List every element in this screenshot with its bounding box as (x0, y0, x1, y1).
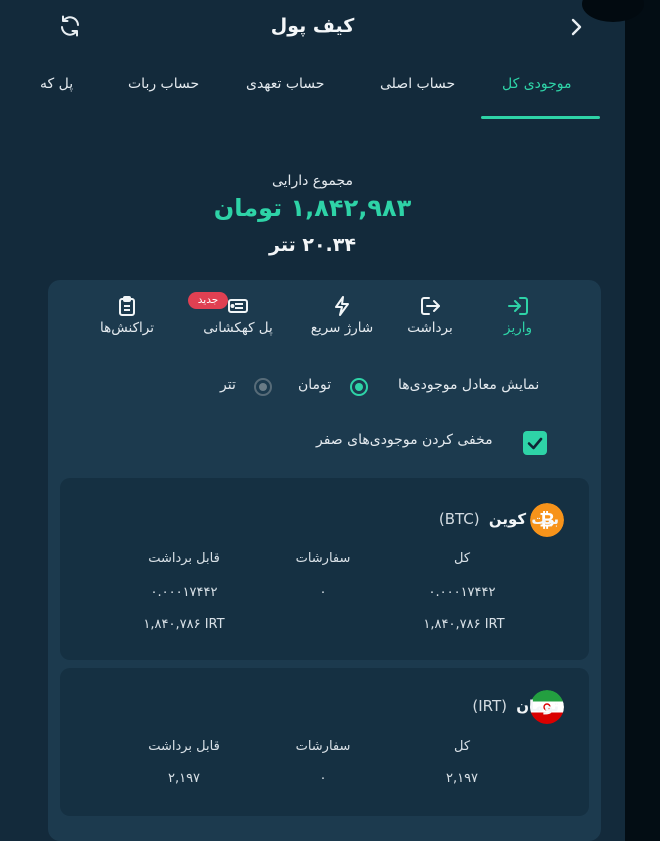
withdraw-button[interactable]: برداشت (404, 296, 456, 346)
header: کیف پول (0, 0, 625, 56)
asset-name-irt-text: تومان (516, 697, 559, 715)
total-assets-label: مجموع دارایی (271, 173, 353, 189)
display-equivalent-label: نمایش معادل موجودی‌ها (398, 377, 540, 393)
radio-tether[interactable] (254, 378, 272, 396)
active-tab-indicator (481, 116, 600, 119)
lightning-icon (335, 296, 349, 316)
irt-orders-value: ۰ (319, 771, 327, 786)
deposit-label: واریز (504, 320, 532, 336)
hide-zero-checkbox[interactable] (523, 431, 547, 455)
asset-symbol-irt: (IRT) (472, 697, 507, 715)
checkmark-icon (527, 437, 543, 450)
irt-total-value: ۲,۱۹۷ (445, 771, 479, 786)
withdraw-icon (421, 297, 440, 315)
transactions-button[interactable]: تراکنش‌ها (94, 296, 160, 346)
tab-margin-account[interactable]: حساب تعهدی (246, 76, 324, 92)
irt-withdrawable-value: ۲,۱۹۷ (167, 771, 201, 786)
deposit-icon (508, 297, 528, 315)
asset-card-btc[interactable] (60, 478, 589, 660)
btc-total-irt: ۱,۸۴۰,۷۸۶ IRT (423, 617, 505, 632)
clipboard-icon (119, 296, 135, 316)
btc-withdrawable-irt: ۱,۸۴۰,۷۸۶ IRT (143, 617, 225, 632)
galaxy-bridge-label: پل کهکشانی (203, 320, 273, 336)
btc-total-value: ۰.۰۰۰۱۷۴۴۲ (428, 585, 496, 600)
hide-zero-label[interactable]: مخفی کردن موجودی‌های صفر (316, 432, 493, 448)
total-assets-tether: ۲۰.۳۴ تتر (269, 234, 356, 256)
asset-name-btc-text: بیت کوین (488, 510, 559, 528)
tab-bar: موجودی کل حساب اصلی حساب تعهدی حساب ربات… (0, 62, 625, 122)
column-withdrawable: قابل برداشت (148, 739, 220, 754)
column-orders: سفارشات (295, 551, 351, 566)
deposit-button[interactable]: واریز (500, 296, 536, 346)
quick-charge-button[interactable]: شارژ سریع (306, 296, 378, 346)
chevron-right-icon[interactable] (566, 16, 586, 38)
column-total: کل (453, 551, 471, 566)
column-total: کل (453, 739, 471, 754)
wallet-screen: کیف پول موجودی کل حساب اصلی حساب تعهدی ح… (0, 0, 625, 841)
tab-total-balance[interactable]: موجودی کل (502, 76, 572, 92)
screen-edge (625, 0, 660, 841)
tab-main-account[interactable]: حساب اصلی (380, 76, 455, 92)
ticket-icon (228, 299, 248, 313)
tab-galaxy-bridge[interactable]: پل که (40, 76, 73, 92)
total-assets-toman: ۱,۸۴۲,۹۸۳ تومان (213, 194, 412, 222)
new-badge: جدید (188, 292, 228, 309)
withdraw-label: برداشت (407, 320, 453, 336)
quick-charge-label: شارژ سریع (310, 320, 374, 336)
radio-tether-label[interactable]: تتر (220, 377, 236, 393)
column-orders: سفارشات (295, 739, 351, 754)
asset-symbol-btc: (BTC) (438, 510, 480, 528)
column-withdrawable: قابل برداشت (148, 551, 220, 566)
page-title: کیف پول (270, 15, 355, 37)
asset-name-irt: تومان (IRT) (472, 697, 559, 715)
btc-withdrawable-value: ۰.۰۰۰۱۷۴۴۲ (150, 585, 218, 600)
transactions-label: تراکنش‌ها (100, 320, 154, 336)
asset-name-btc: بیت کوین (BTC) (439, 510, 559, 528)
radio-toman-label[interactable]: تومان (298, 377, 331, 393)
tab-bot-account[interactable]: حساب ربات (128, 76, 199, 92)
btc-orders-value: ۰ (319, 585, 327, 600)
radio-toman[interactable] (350, 378, 368, 396)
